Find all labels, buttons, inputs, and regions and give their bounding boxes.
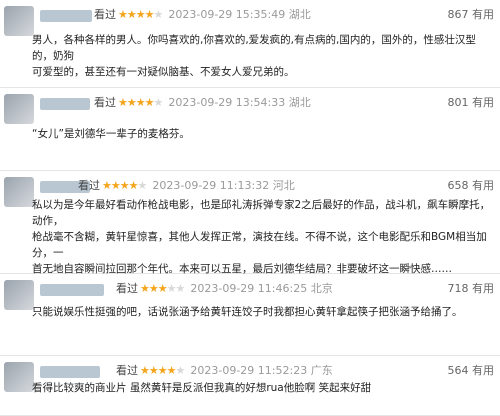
review-location: 广东 [310,364,333,377]
star-icon: ★ [144,8,155,21]
review-time: 2023-09-29 11:13:32 [152,179,270,192]
useful-vote-button[interactable]: 564 有用 [448,362,495,378]
useful-vote-button[interactable]: 801 有用 [448,94,495,110]
review-time: 2023-09-29 15:35:49 [168,8,286,21]
star-icon: ★ [118,96,128,109]
watched-label: 看过 [78,179,100,192]
watched-label: 看过 [94,8,116,21]
watched-label: 看过 [94,96,116,109]
review-time: 2023-09-29 11:46:25 [190,282,308,295]
useful-count: 867 [447,8,469,21]
review-text: “女儿”是刘德华一辈子的麦格芬。 [32,126,492,142]
review-card: 看过 ★★★★★ 2023-09-29 11:46:25 北京 718 有用 只能说娱乐… [0,274,500,356]
review-meta: 看过 ★★★★★ 2023-09-29 11:13:32 河北 [78,177,295,193]
star-icon: ★ [135,96,146,109]
review-text: 私以为是今年最好看动作枪战电影，也是邱礼涛拆弹专家2之后最好的作品，战斗机，飙车… [32,197,492,277]
review-location: 北京 [310,282,333,295]
review-text: 男人，各种各样的男人。你吗喜欢的,你喜欢的,爱发疯的,有点病的,国内的，国外的，… [32,32,492,80]
review-location: 湖北 [288,8,311,21]
star-icon: ★ [175,282,186,295]
star-icon: ★ [118,8,128,21]
star-rating: ★★★★★ [118,8,164,21]
username-blurred[interactable] [40,366,100,378]
star-icon: ★ [140,364,150,377]
star-icon: ★ [175,364,186,377]
review-text-line: 可爱型的，甚至还有一对疑似脑基、不爱女人爱兄弟的。 [32,66,295,78]
user-avatar[interactable] [4,280,34,310]
star-icon: ★ [140,282,150,295]
user-avatar[interactable] [4,94,34,124]
star-icon: ★ [137,179,148,192]
star-icon: ★ [144,96,155,109]
useful-label: 有用 [472,96,494,109]
review-text: 只能说娱乐性挺强的吧，话说张涵予给黄轩连饺子时我都担心黄轩拿起筷子把张涵予给捅了… [32,304,492,320]
star-rating: ★★★★★ [140,364,186,377]
star-icon: ★ [166,364,177,377]
watched-label: 看过 [116,282,138,295]
username-blurred[interactable] [40,10,92,22]
review-text: 看得比较爽的商业片 虽然黄轩是反派但我真的好想rua他脸啊 笑起来好甜 [32,380,492,396]
username-blurred[interactable] [40,98,90,110]
star-rating: ★★★★★ [140,282,186,295]
review-meta: 看过 ★★★★★ 2023-09-29 15:35:49 湖北 [94,6,311,22]
review-text-line: 私以为是今年最好看动作枪战电影，也是邱礼涛拆弹专家2之后最好的作品，战斗机，飙车… [32,199,491,227]
review-text-line: 枪战毫不含糊，黄轩星惊喜，其他人发挥正常，演技在线。不得不说，这个电影配乐和BG… [32,231,487,259]
useful-count: 801 [447,96,469,109]
useful-label: 有用 [472,179,494,192]
useful-vote-button[interactable]: 867 有用 [448,6,495,22]
user-avatar[interactable] [4,362,34,392]
watched-label: 看过 [116,364,138,377]
star-icon: ★ [148,364,159,377]
useful-count: 564 [447,364,469,377]
star-icon: ★ [110,179,121,192]
useful-vote-button[interactable]: 658 有用 [448,177,495,193]
star-rating: ★★★★★ [118,96,164,109]
review-card: 看过 ★★★★★ 2023-09-29 15:35:49 湖北 867 有用 男人，各种… [0,0,500,88]
useful-count: 718 [447,282,469,295]
star-icon: ★ [148,282,159,295]
username-blurred[interactable] [40,284,104,296]
star-icon: ★ [166,282,177,295]
useful-label: 有用 [472,364,494,377]
star-icon: ★ [128,179,139,192]
review-card: 看过 ★★★★★ 2023-09-29 11:13:32 河北 658 有用 私以为是今… [0,171,500,277]
star-icon: ★ [153,8,164,21]
review-meta: 看过 ★★★★★ 2023-09-29 11:52:23 广东 [116,362,333,378]
star-icon: ★ [157,364,168,377]
star-rating: ★★★★★ [102,179,148,192]
star-icon: ★ [102,179,112,192]
star-icon: ★ [135,8,146,21]
useful-count: 658 [447,179,469,192]
review-text-line: 看得比较爽的商业片 虽然黄轩是反派但我真的好想rua他脸啊 笑起来好甜 [32,382,372,394]
useful-label: 有用 [472,8,494,21]
star-icon: ★ [126,8,137,21]
review-meta: 看过 ★★★★★ 2023-09-29 11:46:25 北京 [116,280,333,296]
star-icon: ★ [126,96,137,109]
star-icon: ★ [157,282,168,295]
review-text-line: 男人，各种各样的男人。你吗喜欢的,你喜欢的,爱发疯的,有点病的,国内的，国外的，… [32,34,476,62]
review-text-line: 只能说娱乐性挺强的吧，话说张涵予给黄轩连饺子时我都担心黄轩拿起筷子把张涵予给捅了… [32,306,463,318]
star-icon: ★ [153,96,164,109]
review-location: 湖北 [288,96,311,109]
review-meta: 看过 ★★★★★ 2023-09-29 13:54:33 湖北 [94,94,311,110]
review-card: 看过 ★★★★★ 2023-09-29 13:54:33 湖北 801 有用 “女儿”是… [0,88,500,171]
review-text-line: “女儿”是刘德华一辈子的麦格芬。 [32,128,190,140]
review-time: 2023-09-29 13:54:33 [168,96,286,109]
useful-vote-button[interactable]: 718 有用 [448,280,495,296]
user-avatar[interactable] [4,177,34,207]
review-time: 2023-09-29 11:52:23 [190,364,308,377]
star-icon: ★ [119,179,130,192]
review-location: 河北 [272,179,295,192]
review-card: 看过 ★★★★★ 2023-09-29 11:52:23 广东 564 有用 看得比较爽… [0,356,500,416]
user-avatar[interactable] [4,6,34,36]
useful-label: 有用 [472,282,494,295]
